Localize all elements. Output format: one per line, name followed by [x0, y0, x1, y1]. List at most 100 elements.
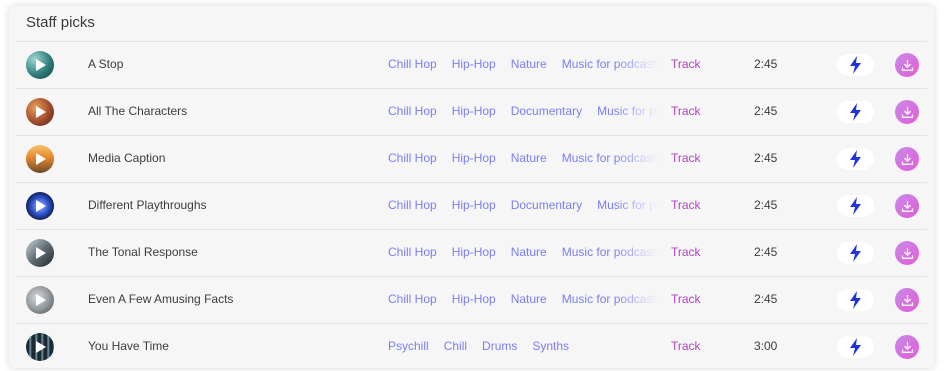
track-tags: Chill Hop Hip-Hop Nature Music for podcasts [388, 292, 658, 306]
track-thumbnail[interactable] [26, 145, 54, 173]
tag-link[interactable]: Chill Hop [388, 151, 437, 165]
track-duration: 2:45 [754, 104, 777, 118]
quick-license-button[interactable] [837, 289, 874, 311]
quick-license-button[interactable] [837, 336, 874, 358]
quick-license-button[interactable] [837, 54, 874, 76]
track-duration: 3:00 [754, 339, 777, 353]
track-row[interactable]: A Stop Chill Hop Hip-Hop Nature Music for p… [16, 41, 927, 88]
track-list: A Stop Chill Hop Hip-Hop Nature Music for p… [16, 41, 927, 368]
tag-link[interactable]: Chill Hop [388, 104, 437, 118]
quick-license-button[interactable] [837, 101, 874, 123]
download-button[interactable] [895, 53, 919, 77]
track-type[interactable]: Track [671, 292, 701, 306]
track-title[interactable]: Media Caption [88, 151, 165, 165]
tag-link[interactable]: Music for podcasts [562, 151, 658, 165]
track-type[interactable]: Track [671, 57, 701, 71]
tag-link[interactable]: Nature [511, 292, 547, 306]
play-icon[interactable] [36, 59, 46, 71]
play-icon[interactable] [36, 341, 46, 353]
lightning-bolt-icon [849, 56, 862, 74]
track-type[interactable]: Track [671, 339, 701, 353]
track-type[interactable]: Track [671, 151, 701, 165]
track-title[interactable]: All The Characters [88, 104, 187, 118]
track-tags: Psychill Chill Drums Synths [388, 339, 658, 353]
track-thumbnail[interactable] [26, 286, 54, 314]
tag-link[interactable]: Synths [532, 339, 569, 353]
lightning-bolt-icon [849, 338, 862, 356]
play-icon[interactable] [36, 247, 46, 259]
tag-link[interactable]: Hip-Hop [452, 245, 496, 259]
track-row[interactable]: All The Characters Chill Hop Hip-Hop Docum… [16, 88, 927, 135]
tag-link[interactable]: Chill Hop [388, 292, 437, 306]
track-tags: Chill Hop Hip-Hop Documentary Music for pod… [388, 104, 658, 118]
tag-link[interactable]: Documentary [511, 198, 582, 212]
tag-link[interactable]: Documentary [511, 104, 582, 118]
download-button[interactable] [895, 194, 919, 218]
section-title: Staff picks [26, 14, 95, 31]
download-icon [901, 59, 914, 72]
lightning-bolt-icon [849, 197, 862, 215]
track-type[interactable]: Track [671, 198, 701, 212]
tag-link[interactable]: Nature [511, 57, 547, 71]
tag-link[interactable]: Chill [444, 339, 467, 353]
tag-link[interactable]: Hip-Hop [452, 57, 496, 71]
quick-license-button[interactable] [837, 195, 874, 217]
tag-link[interactable]: Nature [511, 151, 547, 165]
tag-link[interactable]: Psychill [388, 339, 429, 353]
track-tags: Chill Hop Hip-Hop Nature Music for podcasts [388, 245, 658, 259]
download-icon [901, 106, 914, 119]
tag-link[interactable]: Music for podcasts [562, 292, 658, 306]
quick-license-button[interactable] [837, 242, 874, 264]
play-icon[interactable] [36, 200, 46, 212]
download-icon [901, 341, 914, 354]
play-icon[interactable] [36, 153, 46, 165]
tag-link[interactable]: Hip-Hop [452, 292, 496, 306]
track-thumbnail[interactable] [26, 239, 54, 267]
tag-link[interactable]: Hip-Hop [452, 151, 496, 165]
track-row[interactable]: Media Caption Chill Hop Hip-Hop Nature Musi… [16, 135, 927, 182]
quick-license-button[interactable] [837, 148, 874, 170]
tag-link[interactable]: Music for podcasts [597, 104, 658, 118]
tag-link[interactable]: Nature [511, 245, 547, 259]
track-row[interactable]: Different Playthroughs Chill Hop Hip-Hop D… [16, 182, 927, 229]
download-icon [901, 200, 914, 213]
tag-link[interactable]: Chill Hop [388, 198, 437, 212]
track-title[interactable]: The Tonal Response [88, 245, 198, 259]
download-button[interactable] [895, 288, 919, 312]
download-button[interactable] [895, 100, 919, 124]
track-thumbnail[interactable] [26, 98, 54, 126]
download-button[interactable] [895, 241, 919, 265]
track-row[interactable]: Even A Few Amusing Facts Chill Hop Hip-Ho… [16, 276, 927, 323]
track-thumbnail[interactable] [26, 333, 54, 361]
track-type[interactable]: Track [671, 104, 701, 118]
tag-link[interactable]: Chill Hop [388, 245, 437, 259]
lightning-bolt-icon [849, 291, 862, 309]
download-button[interactable] [895, 147, 919, 171]
download-button[interactable] [895, 335, 919, 359]
track-tags: Chill Hop Hip-Hop Nature Music for podcasts [388, 151, 658, 165]
download-icon [901, 247, 914, 260]
track-title[interactable]: You Have Time [88, 339, 169, 353]
track-row[interactable]: The Tonal Response Chill Hop Hip-Hop Natur… [16, 229, 927, 276]
track-title[interactable]: Even A Few Amusing Facts [88, 292, 233, 306]
tag-link[interactable]: Hip-Hop [452, 198, 496, 212]
track-duration: 2:45 [754, 245, 777, 259]
track-thumbnail[interactable] [26, 192, 54, 220]
track-title[interactable]: A Stop [88, 57, 123, 71]
track-title[interactable]: Different Playthroughs [88, 198, 207, 212]
download-icon [901, 153, 914, 166]
tag-link[interactable]: Music for podcasts [562, 57, 658, 71]
track-duration: 2:45 [754, 57, 777, 71]
track-row[interactable]: You Have Time Psychill Chill Drums Synths T… [16, 323, 927, 368]
track-duration: 2:45 [754, 292, 777, 306]
play-icon[interactable] [36, 106, 46, 118]
track-thumbnail[interactable] [26, 51, 54, 79]
tag-link[interactable]: Music for podcasts [597, 198, 658, 212]
play-icon[interactable] [36, 294, 46, 306]
tag-link[interactable]: Hip-Hop [452, 104, 496, 118]
tag-link[interactable]: Drums [482, 339, 517, 353]
tag-link[interactable]: Chill Hop [388, 57, 437, 71]
track-type[interactable]: Track [671, 245, 701, 259]
track-duration: 2:45 [754, 198, 777, 212]
tag-link[interactable]: Music for podcasts [562, 245, 658, 259]
